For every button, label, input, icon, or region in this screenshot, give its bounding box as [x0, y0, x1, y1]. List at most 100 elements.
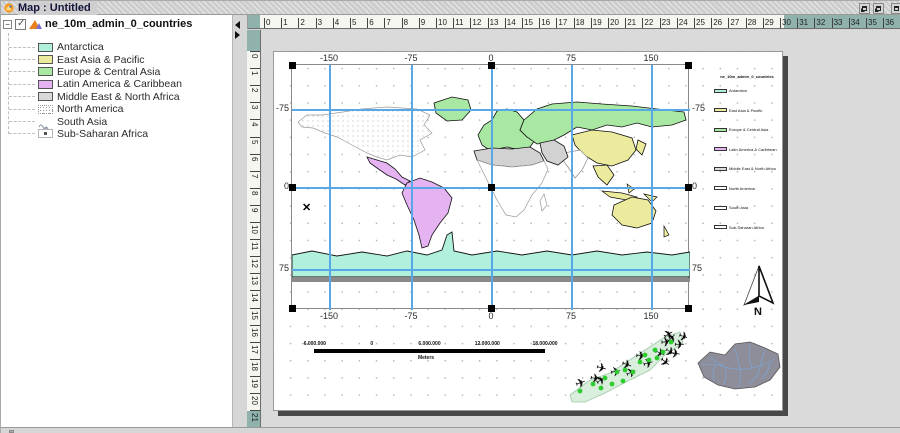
hruler-tick: 32	[814, 18, 815, 29]
airports-image-frame[interactable]: ✈✈✈✈✈✈✈✈✈✈✈✈✈✈✈✈✈✈	[565, 325, 687, 407]
legend-item: East Asia & Pacific	[714, 108, 762, 113]
layer-visibility-checkbox[interactable]: ✓	[15, 19, 26, 30]
selection-handle[interactable]	[685, 184, 692, 191]
hruler-tick: 19	[591, 18, 592, 29]
region-japan	[636, 140, 646, 155]
hruler-tick: 34	[849, 18, 850, 29]
toc-item-south-asia[interactable]: South Asia	[1, 115, 232, 127]
vruler-tick: 8	[250, 188, 261, 189]
scalebar-frame[interactable]: -6.000.00006.000.00012.000.00018.000.000…	[302, 340, 550, 362]
maximize-window-button[interactable]	[873, 3, 884, 14]
selection-handle[interactable]	[289, 305, 296, 312]
tree-branch-line	[9, 96, 35, 97]
hruler-tick: 3	[316, 18, 317, 29]
scalebar-units: Meters	[418, 355, 434, 361]
graticule-parallel	[292, 269, 690, 271]
horizontal-ruler: 0123456789101112131415161718192021222324…	[247, 15, 900, 29]
hruler-tick: 13	[488, 18, 489, 29]
toc-item-label: North America	[57, 103, 124, 115]
legend-item: Latin America & Caribbean	[714, 147, 777, 152]
collapse-right-icon[interactable]	[235, 31, 240, 39]
collapse-left-icon[interactable]	[235, 21, 240, 29]
vruler-tick: 7	[250, 171, 261, 172]
vruler-tick: 1	[250, 68, 261, 69]
scalebar-label: -6.000.000	[302, 341, 326, 347]
tree-collapse-icon[interactable]: −	[3, 20, 12, 29]
legend-item-label: South Asia	[729, 205, 748, 210]
hruler-tick: 17	[556, 18, 557, 29]
region-new-zealand	[664, 226, 669, 237]
close-window-button[interactable]	[891, 3, 900, 14]
graticule-coordinate-label: 150	[643, 53, 658, 63]
toc-item-label: Antarctica	[57, 41, 104, 53]
restore-window-button[interactable]	[859, 3, 870, 14]
legend-item-label: Sub-Saharan Africa	[729, 225, 764, 230]
tree-branch-line	[9, 71, 35, 72]
selection-handle[interactable]	[488, 62, 495, 69]
toc-item-europe-central-asia[interactable]: Europe & Central Asia	[1, 66, 232, 78]
selection-handle[interactable]	[685, 62, 692, 69]
hruler-tick: 9	[419, 18, 420, 29]
selection-handle[interactable]	[289, 184, 296, 191]
layer-root-row[interactable]: − ✓ ne_10m_admin_0_countries	[3, 17, 192, 31]
selection-handle[interactable]	[685, 305, 692, 312]
hruler-tick: 24	[677, 18, 678, 29]
check-icon: ✓	[17, 18, 25, 29]
legend-item: North America	[714, 186, 754, 191]
hruler-tick: 4	[333, 18, 334, 29]
legend-swatch	[38, 105, 53, 114]
window-titlebar[interactable]: Map : Untitled	[1, 1, 900, 15]
vruler-tick: 17	[250, 342, 261, 343]
legend-item-swatch	[714, 225, 727, 229]
toc-item-label: Latin America & Caribbean	[57, 78, 182, 90]
hruler-tick: 2	[298, 18, 299, 29]
selection-handle[interactable]	[289, 62, 296, 69]
region-southeast-asia	[593, 165, 614, 185]
scalebar-label: 18.000.000	[532, 341, 557, 347]
toc-item-north-america[interactable]: North America	[1, 103, 232, 115]
hruler-tick: 36	[883, 18, 884, 29]
scalebar-label: 12.000.000	[475, 341, 500, 347]
layout-canvas[interactable]: -150-150-75-75007575150150-75-75007575 ✕…	[262, 30, 900, 427]
hruler-tick: 11	[453, 18, 454, 29]
vruler-tick: 19	[250, 376, 261, 377]
toc-item-sub-saharan-africa[interactable]: Sub-Saharan Africa	[1, 128, 232, 140]
layout-paper[interactable]: -150-150-75-75007575150150-75-75007575 ✕…	[273, 51, 783, 411]
legend-item-label: East Asia & Pacific	[729, 108, 762, 113]
hruler-tick: 33	[832, 18, 833, 29]
north-arrow-frame[interactable]: N	[737, 263, 781, 321]
legend-frame[interactable]: ne_10m_admin_0_countries AntarcticaEast …	[711, 74, 783, 79]
vruler-tick: 13	[250, 273, 261, 274]
selection-handle[interactable]	[488, 184, 495, 191]
graticule-coordinate-label: -75	[404, 311, 417, 321]
toc-item-antarctica[interactable]: Antarctica	[1, 41, 232, 53]
legend-item: Middle East & North Africa	[714, 166, 776, 171]
map-frame[interactable]	[291, 64, 689, 309]
toc-item-east-asia-pacific[interactable]: East Asia & Pacific	[1, 53, 232, 65]
legend-swatch	[38, 80, 53, 89]
tree-branch-line	[9, 59, 35, 60]
graticule-coordinate-label: 75	[566, 311, 576, 321]
toc-item-label: Middle East & North Africa	[57, 91, 180, 103]
hruler-tick: 31	[797, 18, 798, 29]
vruler-tick: 14	[250, 290, 261, 291]
basin-image-frame[interactable]	[690, 335, 785, 395]
hruler-tick: 7	[384, 18, 385, 29]
legend-item-swatch	[714, 147, 727, 151]
panel-splitter[interactable]	[232, 15, 247, 427]
graticule-coordinate-label: 150	[643, 311, 658, 321]
window-title: Map : Untitled	[18, 1, 97, 15]
graticule-coordinate-label: 75	[566, 53, 576, 63]
toc-item-latin-america-caribbean[interactable]: Latin America & Caribbean	[1, 78, 232, 90]
toc-item-label: Europe & Central Asia	[57, 66, 160, 78]
airplane-symbols: ✈✈✈✈✈✈✈✈✈✈✈✈✈✈✈✈✈✈	[573, 325, 687, 392]
graticule-coordinate-label: -75	[404, 53, 417, 63]
toc-item-middle-east-north-africa[interactable]: Middle East & North Africa	[1, 91, 232, 103]
region-australia	[612, 197, 656, 228]
anchor-x-marker: ✕	[302, 201, 311, 214]
hruler-tick: 30	[780, 18, 781, 29]
north-arrow-icon	[737, 263, 781, 307]
vruler-tick: 16	[250, 325, 261, 326]
hruler-tick: 1	[281, 18, 282, 29]
hruler-tick: 12	[470, 18, 471, 29]
